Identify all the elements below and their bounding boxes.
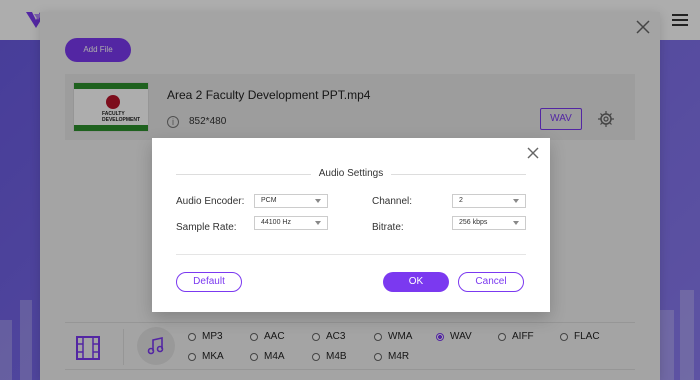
sample-rate-label: Sample Rate: — [176, 222, 237, 233]
channel-value: 2 — [459, 197, 463, 204]
sample-rate-value: 44100 Hz — [261, 219, 291, 226]
bitrate-select[interactable]: 256 kbps — [452, 216, 526, 230]
default-button[interactable]: Default — [176, 272, 242, 292]
bitrate-label: Bitrate: — [372, 222, 404, 233]
channel-label: Channel: — [372, 196, 413, 207]
cancel-button[interactable]: Cancel — [458, 272, 524, 292]
bitrate-value: 256 kbps — [459, 219, 488, 226]
close-icon[interactable] — [526, 146, 540, 160]
audio-encoder-value: PCM — [261, 197, 277, 204]
audio-encoder-select[interactable]: PCM — [254, 194, 328, 208]
audio-encoder-label: Audio Encoder: — [176, 196, 245, 207]
modal-title-text: Audio Settings — [318, 168, 384, 179]
chevron-down-icon — [513, 221, 519, 225]
chevron-down-icon — [513, 199, 519, 203]
sample-rate-select[interactable]: 44100 Hz — [254, 216, 328, 230]
modal-title: Audio Settings — [152, 168, 550, 179]
chevron-down-icon — [315, 221, 321, 225]
chevron-down-icon — [315, 199, 321, 203]
ok-button[interactable]: OK — [383, 272, 449, 292]
audio-settings-modal: Audio Settings Audio Encoder: PCM Sample… — [152, 138, 550, 312]
channel-select[interactable]: 2 — [452, 194, 526, 208]
modal-divider — [176, 254, 526, 255]
